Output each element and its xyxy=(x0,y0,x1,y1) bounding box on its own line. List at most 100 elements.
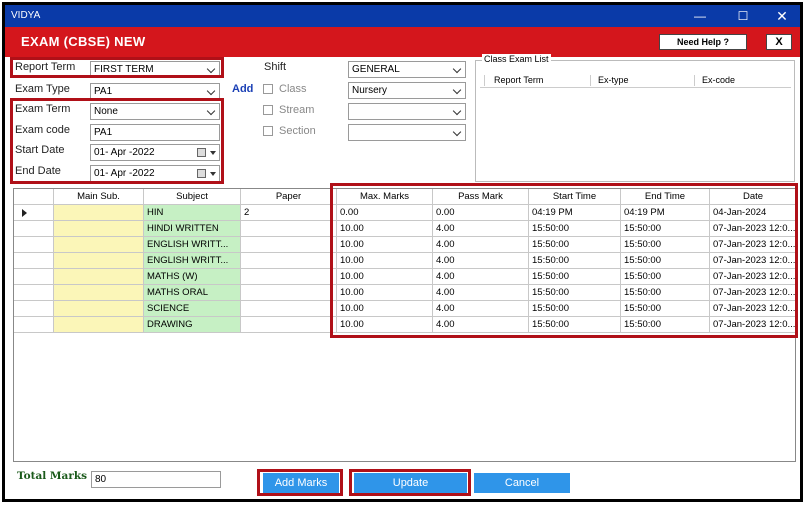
cell-end[interactable]: 15:50:00 xyxy=(621,221,710,237)
cell-date[interactable]: 07-Jan-2023 12:0... xyxy=(710,285,795,301)
cell-paper[interactable] xyxy=(241,301,337,317)
cell-main[interactable] xyxy=(54,301,144,317)
exam-code-field[interactable]: PA1 xyxy=(90,124,220,141)
cell-main[interactable] xyxy=(54,221,144,237)
column-header[interactable]: End Time xyxy=(621,189,710,205)
maximize-icon[interactable]: ☐ xyxy=(728,8,758,24)
cell-main[interactable] xyxy=(54,253,144,269)
row-header[interactable] xyxy=(14,253,54,269)
cell-main[interactable] xyxy=(54,269,144,285)
column-header[interactable]: Report Term xyxy=(494,75,543,85)
cell-end[interactable]: 15:50:00 xyxy=(621,317,710,333)
cell-pass[interactable]: 0.00 xyxy=(433,205,529,221)
column-header[interactable]: Ex-code xyxy=(702,75,735,85)
table-row[interactable]: DRAWING 10.00 4.00 15:50:00 15:50:00 07-Jan-2… xyxy=(14,317,795,333)
cell-paper[interactable] xyxy=(241,317,337,333)
shift-select[interactable]: GENERAL xyxy=(348,61,466,78)
section-checkbox[interactable] xyxy=(263,126,273,136)
section-select[interactable] xyxy=(348,124,466,141)
cell-start[interactable]: 04:19 PM xyxy=(529,205,621,221)
cell-max[interactable]: 10.00 xyxy=(337,285,433,301)
row-header[interactable] xyxy=(14,285,54,301)
column-header[interactable]: Subject xyxy=(144,189,241,205)
total-marks-field[interactable]: 80 xyxy=(91,471,221,488)
cell-date[interactable]: 07-Jan-2023 12:0... xyxy=(710,269,795,285)
cell-subject[interactable]: ENGLISH WRITT... xyxy=(144,237,241,253)
exam-subject-grid[interactable]: Main Sub. Subject Paper Max. Marks Pass … xyxy=(13,188,796,462)
cell-end[interactable]: 15:50:00 xyxy=(621,253,710,269)
end-date-picker[interactable]: 01- Apr -2022 xyxy=(90,165,220,182)
cell-subject[interactable]: HINDI WRITTEN xyxy=(144,221,241,237)
cell-end[interactable]: 15:50:00 xyxy=(621,237,710,253)
exam-type-select[interactable]: PA1 xyxy=(90,83,220,100)
need-help-button[interactable]: Need Help ? xyxy=(659,34,747,50)
row-header[interactable] xyxy=(14,301,54,317)
cell-pass[interactable]: 4.00 xyxy=(433,317,529,333)
column-header[interactable]: Ex-type xyxy=(598,75,629,85)
cell-paper[interactable] xyxy=(241,253,337,269)
cell-max[interactable]: 10.00 xyxy=(337,317,433,333)
row-header[interactable] xyxy=(14,317,54,333)
exam-term-select[interactable]: None xyxy=(90,103,220,120)
update-button[interactable]: Update xyxy=(354,473,467,493)
cell-subject[interactable]: SCIENCE xyxy=(144,301,241,317)
cell-subject[interactable]: MATHS ORAL xyxy=(144,285,241,301)
cell-paper[interactable] xyxy=(241,285,337,301)
cell-subject[interactable]: MATHS (W) xyxy=(144,269,241,285)
cell-start[interactable]: 15:50:00 xyxy=(529,237,621,253)
cell-paper[interactable]: 2 xyxy=(241,205,337,221)
stream-checkbox[interactable] xyxy=(263,105,273,115)
cell-main[interactable] xyxy=(54,285,144,301)
row-header[interactable] xyxy=(14,269,54,285)
cell-end[interactable]: 15:50:00 xyxy=(621,269,710,285)
cell-subject[interactable]: DRAWING xyxy=(144,317,241,333)
cell-pass[interactable]: 4.00 xyxy=(433,221,529,237)
table-row[interactable]: ENGLISH WRITT... 10.00 4.00 15:50:00 15:50:0… xyxy=(14,237,795,253)
cell-start[interactable]: 15:50:00 xyxy=(529,269,621,285)
cell-pass[interactable]: 4.00 xyxy=(433,285,529,301)
class-select[interactable]: Nursery xyxy=(348,82,466,99)
add-marks-button[interactable]: Add Marks xyxy=(263,473,339,493)
column-header[interactable]: Pass Mark xyxy=(433,189,529,205)
cell-date[interactable]: 07-Jan-2023 12:0... xyxy=(710,301,795,317)
cell-pass[interactable]: 4.00 xyxy=(433,301,529,317)
cell-date[interactable]: 07-Jan-2023 12:0... xyxy=(710,253,795,269)
cell-start[interactable]: 15:50:00 xyxy=(529,253,621,269)
row-header[interactable] xyxy=(14,205,54,221)
cell-pass[interactable]: 4.00 xyxy=(433,253,529,269)
form-close-button[interactable]: X xyxy=(766,34,792,50)
stream-select[interactable] xyxy=(348,103,466,120)
add-exam-type-link[interactable]: Add xyxy=(232,83,253,95)
cell-date[interactable]: 07-Jan-2023 12:0... xyxy=(710,221,795,237)
cell-max[interactable]: 10.00 xyxy=(337,237,433,253)
minimize-icon[interactable]: — xyxy=(685,8,715,24)
table-row[interactable]: MATHS ORAL 10.00 4.00 15:50:00 15:50:00 07-Ja… xyxy=(14,285,795,301)
cell-paper[interactable] xyxy=(241,221,337,237)
column-header[interactable]: Main Sub. xyxy=(54,189,144,205)
table-row[interactable]: SCIENCE 10.00 4.00 15:50:00 15:50:00 07-Jan-2… xyxy=(14,301,795,317)
cell-end[interactable]: 15:50:00 xyxy=(621,285,710,301)
cell-paper[interactable] xyxy=(241,269,337,285)
table-row[interactable]: ENGLISH WRITT... 10.00 4.00 15:50:00 15:50:0… xyxy=(14,253,795,269)
table-row[interactable]: HINDI WRITTEN 10.00 4.00 15:50:00 15:50:00 07… xyxy=(14,221,795,237)
cell-max[interactable]: 10.00 xyxy=(337,221,433,237)
table-row[interactable]: HIN 2 0.00 0.00 04:19 PM 04:19 PM 04-Jan-2024 xyxy=(14,205,795,221)
start-date-picker[interactable]: 01- Apr -2022 xyxy=(90,144,220,161)
cell-end[interactable]: 04:19 PM xyxy=(621,205,710,221)
window-close-icon[interactable]: ✕ xyxy=(767,8,797,24)
class-checkbox[interactable] xyxy=(263,84,273,94)
cell-max[interactable]: 10.00 xyxy=(337,269,433,285)
cell-start[interactable]: 15:50:00 xyxy=(529,221,621,237)
cell-end[interactable]: 15:50:00 xyxy=(621,301,710,317)
cancel-button[interactable]: Cancel xyxy=(474,473,570,493)
cell-pass[interactable]: 4.00 xyxy=(433,269,529,285)
row-header[interactable] xyxy=(14,221,54,237)
cell-start[interactable]: 15:50:00 xyxy=(529,317,621,333)
column-header[interactable]: Max. Marks xyxy=(337,189,433,205)
cell-main[interactable] xyxy=(54,317,144,333)
cell-max[interactable]: 10.00 xyxy=(337,253,433,269)
cell-date[interactable]: 07-Jan-2023 12:0... xyxy=(710,317,795,333)
cell-max[interactable]: 0.00 xyxy=(337,205,433,221)
cell-main[interactable] xyxy=(54,205,144,221)
cell-date[interactable]: 04-Jan-2024 xyxy=(710,205,795,221)
